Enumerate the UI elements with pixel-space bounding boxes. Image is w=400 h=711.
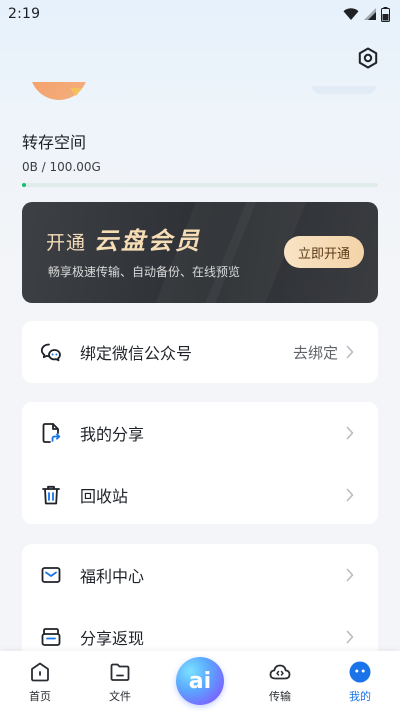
profile-icon: [348, 660, 372, 684]
folder-icon: [108, 660, 132, 684]
wallet-icon: [39, 625, 63, 649]
envelope-icon: [39, 563, 63, 587]
home-icon: [28, 660, 52, 684]
welfare-center-row[interactable]: 福利中心: [22, 544, 378, 606]
bind-wechat-action[interactable]: 去绑定: [293, 342, 338, 363]
storage-usage: 0B / 100.00G: [22, 160, 101, 174]
ai-assistant-button[interactable]: ai: [176, 657, 224, 705]
activate-vip-button[interactable]: 立即开通: [284, 236, 364, 268]
ai-icon: ai: [188, 668, 212, 694]
recycle-bin-row[interactable]: 回收站: [22, 464, 378, 526]
bind-wechat-row[interactable]: 绑定微信公众号 去绑定: [22, 321, 378, 383]
storage-title: 转存空间: [22, 133, 87, 152]
benefits-card: 福利中心 分享返现: [22, 544, 378, 668]
storage-progress-fill: [22, 183, 26, 187]
files-card: 我的分享 回收站: [22, 402, 378, 524]
trash-icon: [39, 483, 63, 507]
gear-icon: [358, 47, 378, 69]
chevron-right-icon: [346, 426, 354, 440]
chevron-right-icon: [346, 630, 354, 644]
chevron-right-icon: [346, 488, 354, 502]
status-bar: 2:19: [0, 0, 400, 28]
status-time: 2:19: [8, 6, 41, 22]
welfare-center-label: 福利中心: [80, 567, 145, 586]
bind-wechat-label: 绑定微信公众号: [80, 344, 193, 363]
avatar[interactable]: [30, 82, 88, 100]
storage-progress-bar: [22, 183, 378, 187]
wechat-chat-icon: [39, 340, 63, 364]
wifi-icon: [343, 8, 359, 20]
tab-profile-label: 我的: [349, 690, 371, 703]
vip-subtitle: 畅享极速传输、自动备份、在线预览: [48, 265, 241, 279]
vip-title-brand: 云盘会员: [94, 227, 203, 255]
tab-home[interactable]: 首页: [10, 651, 70, 711]
wechat-card: 绑定微信公众号 去绑定: [22, 321, 378, 383]
vip-banner[interactable]: 开通 云盘会员 畅享极速传输、自动备份、在线预览 立即开通: [22, 202, 378, 303]
tab-transfer[interactable]: 传输: [250, 651, 310, 711]
tab-files-label: 文件: [109, 690, 131, 703]
tab-files[interactable]: 文件: [90, 651, 150, 711]
tab-transfer-label: 传输: [269, 690, 291, 703]
share-file-icon: [39, 421, 63, 445]
vip-title: 开通 云盘会员: [46, 221, 202, 256]
settings-button[interactable]: [356, 46, 380, 70]
vip-title-prefix: 开通: [46, 232, 87, 254]
signal-icon: [364, 8, 376, 20]
recycle-bin-label: 回收站: [80, 487, 129, 506]
member-badge: [312, 86, 376, 94]
share-cashback-label: 分享返现: [80, 629, 145, 648]
my-share-label: 我的分享: [80, 425, 145, 444]
tab-home-label: 首页: [29, 690, 51, 703]
battery-icon: [381, 6, 390, 22]
my-share-row[interactable]: 我的分享: [22, 402, 378, 464]
chevron-right-icon: [346, 568, 354, 582]
tab-profile[interactable]: 我的: [330, 651, 390, 711]
transfer-cloud-icon: [268, 660, 292, 684]
chevron-right-icon: [346, 345, 354, 359]
status-icons: [343, 6, 390, 22]
